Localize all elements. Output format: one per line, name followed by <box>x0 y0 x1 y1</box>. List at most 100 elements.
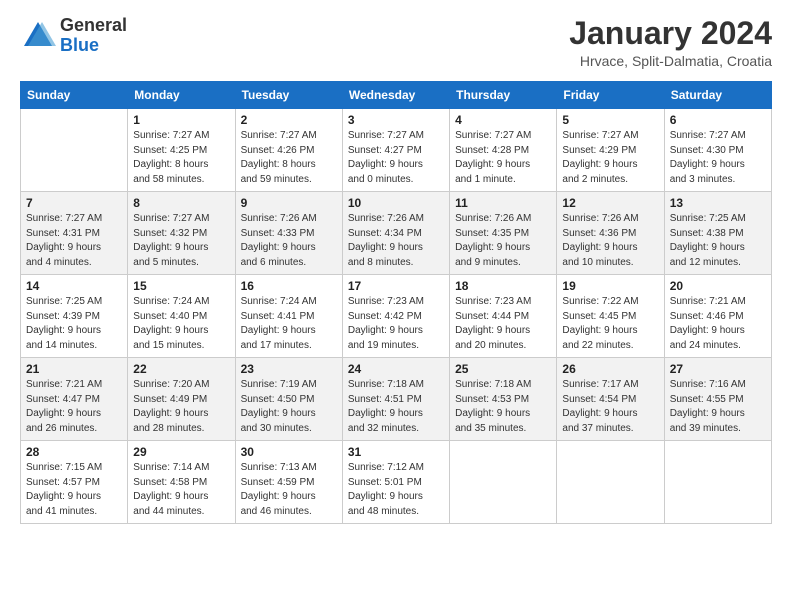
day-number: 30 <box>241 445 337 459</box>
table-row <box>557 441 664 524</box>
col-sunday: Sunday <box>21 82 128 109</box>
day-number: 18 <box>455 279 551 293</box>
calendar-week-row: 28Sunrise: 7:15 AMSunset: 4:57 PMDayligh… <box>21 441 772 524</box>
day-number: 10 <box>348 196 444 210</box>
day-info: Sunrise: 7:27 AMSunset: 4:26 PMDaylight:… <box>241 129 337 187</box>
day-number: 16 <box>241 279 337 293</box>
header: General Blue January 2024 Hrvace, Split-… <box>20 16 772 69</box>
table-row: 23Sunrise: 7:19 AMSunset: 4:50 PMDayligh… <box>235 358 342 441</box>
day-number: 14 <box>26 279 122 293</box>
title-block: January 2024 Hrvace, Split-Dalmatia, Cro… <box>569 16 772 69</box>
day-number: 29 <box>133 445 229 459</box>
table-row: 8Sunrise: 7:27 AMSunset: 4:32 PMDaylight… <box>128 192 235 275</box>
day-number: 19 <box>562 279 658 293</box>
day-number: 5 <box>562 113 658 127</box>
table-row: 10 Sunrise: 7:26 AMSunset: 4:34 PMDayligh… <box>342 192 449 275</box>
day-number: 8 <box>133 196 229 210</box>
table-row: 17Sunrise: 7:23 AMSunset: 4:42 PMDayligh… <box>342 275 449 358</box>
table-row: 1 Sunrise: 7:27 AMSunset: 4:25 PMDaylight… <box>128 109 235 192</box>
calendar-table: Sunday Monday Tuesday Wednesday Thursday… <box>20 81 772 524</box>
table-row: 24 Sunrise: 7:18 AMSunset: 4:51 PMDayligh… <box>342 358 449 441</box>
col-tuesday: Tuesday <box>235 82 342 109</box>
day-number: 6 <box>670 113 766 127</box>
col-monday: Monday <box>128 82 235 109</box>
logo-icon <box>20 18 56 54</box>
day-info: Sunrise: 7:24 AMSunset: 4:41 PMDaylight:… <box>241 295 337 353</box>
day-number: 1 <box>133 113 229 127</box>
day-number: 13 <box>670 196 766 210</box>
day-info: Sunrise: 7:21 AMSunset: 4:47 PMDaylight:… <box>26 378 122 436</box>
table-row: 29 Sunrise: 7:14 AMSunset: 4:58 PMDayligh… <box>128 441 235 524</box>
table-row: 31 Sunrise: 7:12 AMSunset: 5:01 PMDayligh… <box>342 441 449 524</box>
day-number: 24 <box>348 362 444 376</box>
day-info: Sunrise: 7:18 AMSunset: 4:53 PMDaylight:… <box>455 378 551 436</box>
calendar-week-row: 7 Sunrise: 7:27 AMSunset: 4:31 PMDaylight… <box>21 192 772 275</box>
logo-general-text: General <box>60 16 127 36</box>
table-row: 2 Sunrise: 7:27 AMSunset: 4:26 PMDaylight… <box>235 109 342 192</box>
table-row: 25Sunrise: 7:18 AMSunset: 4:53 PMDayligh… <box>450 358 557 441</box>
table-row: 28Sunrise: 7:15 AMSunset: 4:57 PMDayligh… <box>21 441 128 524</box>
day-info: Sunrise: 7:26 AMSunset: 4:34 PMDaylight:… <box>348 212 444 270</box>
day-info: Sunrise: 7:12 AMSunset: 5:01 PMDaylight:… <box>348 461 444 519</box>
day-number: 31 <box>348 445 444 459</box>
day-number: 3 <box>348 113 444 127</box>
day-info: Sunrise: 7:26 AMSunset: 4:33 PMDaylight:… <box>241 212 337 270</box>
day-number: 2 <box>241 113 337 127</box>
day-info: Sunrise: 7:27 AMSunset: 4:29 PMDaylight:… <box>562 129 658 187</box>
day-info: Sunrise: 7:15 AMSunset: 4:57 PMDaylight:… <box>26 461 122 519</box>
day-info: Sunrise: 7:16 AMSunset: 4:55 PMDaylight:… <box>670 378 766 436</box>
table-row: 11 Sunrise: 7:26 AMSunset: 4:35 PMDayligh… <box>450 192 557 275</box>
table-row <box>450 441 557 524</box>
day-info: Sunrise: 7:14 AMSunset: 4:58 PMDaylight:… <box>133 461 229 519</box>
table-row: 6 Sunrise: 7:27 AMSunset: 4:30 PMDaylight… <box>664 109 771 192</box>
day-number: 21 <box>26 362 122 376</box>
calendar-week-row: 21 Sunrise: 7:21 AMSunset: 4:47 PMDayligh… <box>21 358 772 441</box>
table-row <box>664 441 771 524</box>
day-info: Sunrise: 7:17 AMSunset: 4:54 PMDaylight:… <box>562 378 658 436</box>
col-thursday: Thursday <box>450 82 557 109</box>
day-info: Sunrise: 7:27 AMSunset: 4:25 PMDaylight:… <box>133 129 229 187</box>
day-number: 9 <box>241 196 337 210</box>
calendar-header-row: Sunday Monday Tuesday Wednesday Thursday… <box>21 82 772 109</box>
logo: General Blue <box>20 16 127 56</box>
day-info: Sunrise: 7:27 AMSunset: 4:31 PMDaylight:… <box>26 212 122 270</box>
table-row: 21 Sunrise: 7:21 AMSunset: 4:47 PMDayligh… <box>21 358 128 441</box>
day-number: 17 <box>348 279 444 293</box>
day-number: 15 <box>133 279 229 293</box>
table-row: 13 Sunrise: 7:25 AMSunset: 4:38 PMDayligh… <box>664 192 771 275</box>
table-row: 18 Sunrise: 7:23 AMSunset: 4:44 PMDayligh… <box>450 275 557 358</box>
day-number: 7 <box>26 196 122 210</box>
day-number: 12 <box>562 196 658 210</box>
table-row: 22Sunrise: 7:20 AMSunset: 4:49 PMDayligh… <box>128 358 235 441</box>
day-number: 27 <box>670 362 766 376</box>
table-row: 30 Sunrise: 7:13 AMSunset: 4:59 PMDayligh… <box>235 441 342 524</box>
day-info: Sunrise: 7:25 AMSunset: 4:39 PMDaylight:… <box>26 295 122 353</box>
logo-blue-text: Blue <box>60 36 127 56</box>
day-number: 11 <box>455 196 551 210</box>
location: Hrvace, Split-Dalmatia, Croatia <box>569 53 772 69</box>
day-number: 26 <box>562 362 658 376</box>
table-row: 9 Sunrise: 7:26 AMSunset: 4:33 PMDaylight… <box>235 192 342 275</box>
day-info: Sunrise: 7:26 AMSunset: 4:35 PMDaylight:… <box>455 212 551 270</box>
day-number: 22 <box>133 362 229 376</box>
table-row: 19 Sunrise: 7:22 AMSunset: 4:45 PMDayligh… <box>557 275 664 358</box>
day-info: Sunrise: 7:23 AMSunset: 4:44 PMDaylight:… <box>455 295 551 353</box>
day-info: Sunrise: 7:27 AMSunset: 4:30 PMDaylight:… <box>670 129 766 187</box>
col-saturday: Saturday <box>664 82 771 109</box>
calendar-week-row: 14 Sunrise: 7:25 AMSunset: 4:39 PMDayligh… <box>21 275 772 358</box>
day-number: 20 <box>670 279 766 293</box>
day-info: Sunrise: 7:25 AMSunset: 4:38 PMDaylight:… <box>670 212 766 270</box>
table-row: 27 Sunrise: 7:16 AMSunset: 4:55 PMDayligh… <box>664 358 771 441</box>
day-number: 23 <box>241 362 337 376</box>
month-year: January 2024 <box>569 16 772 51</box>
day-info: Sunrise: 7:13 AMSunset: 4:59 PMDaylight:… <box>241 461 337 519</box>
table-row: 26 Sunrise: 7:17 AMSunset: 4:54 PMDayligh… <box>557 358 664 441</box>
table-row: 16 Sunrise: 7:24 AMSunset: 4:41 PMDayligh… <box>235 275 342 358</box>
day-info: Sunrise: 7:18 AMSunset: 4:51 PMDaylight:… <box>348 378 444 436</box>
table-row: 7 Sunrise: 7:27 AMSunset: 4:31 PMDaylight… <box>21 192 128 275</box>
table-row: 12Sunrise: 7:26 AMSunset: 4:36 PMDayligh… <box>557 192 664 275</box>
day-info: Sunrise: 7:27 AMSunset: 4:27 PMDaylight:… <box>348 129 444 187</box>
day-info: Sunrise: 7:22 AMSunset: 4:45 PMDaylight:… <box>562 295 658 353</box>
day-info: Sunrise: 7:21 AMSunset: 4:46 PMDaylight:… <box>670 295 766 353</box>
table-row: 3 Sunrise: 7:27 AMSunset: 4:27 PMDaylight… <box>342 109 449 192</box>
